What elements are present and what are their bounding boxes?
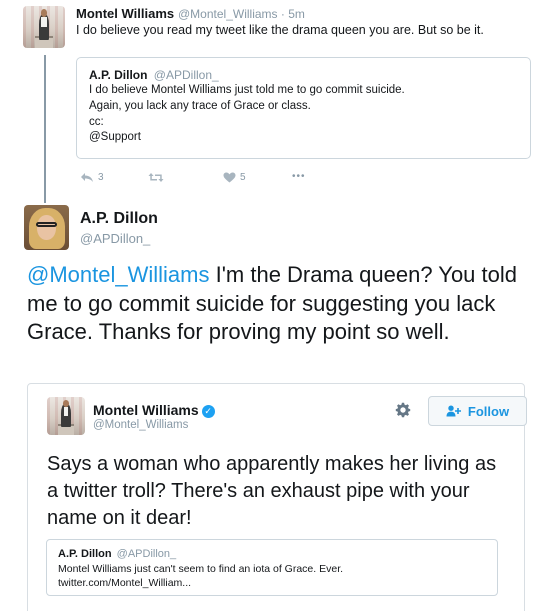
heart-icon xyxy=(223,172,236,183)
tweet1-text: I do believe you read my tweet like the … xyxy=(76,23,484,37)
tweet1-timestamp[interactable]: · 5m xyxy=(281,7,305,21)
embedded-quoted-handle: @APDillon_ xyxy=(116,548,177,560)
avatar-face xyxy=(36,214,57,241)
tweet1-handle[interactable]: @Montel_Williams · 5m xyxy=(178,7,305,21)
embedded-handle[interactable]: @Montel_Williams xyxy=(93,419,188,431)
embedded-text: Says a woman who apparently makes her li… xyxy=(47,453,497,529)
tweet2-handle[interactable]: @APDillon_ xyxy=(80,231,150,246)
embedded-tweet-card[interactable]: Montel Williams ✓ @Montel_Williams Follow… xyxy=(27,383,527,611)
quoted-line-4: @Support xyxy=(89,131,141,143)
tweet1-author[interactable]: Montel Williams xyxy=(76,6,174,21)
avatar-shirt xyxy=(63,406,69,416)
apdillon-avatar[interactable] xyxy=(24,205,69,250)
follow-person-icon xyxy=(446,405,461,417)
avatar-head xyxy=(62,400,70,407)
more-icon: ••• xyxy=(292,171,306,182)
avatar-glasses xyxy=(36,222,57,227)
avatar-shirt xyxy=(41,16,47,27)
quoted-line-1: I do believe Montel Williams just told m… xyxy=(89,84,405,96)
quoted-line-3: cc: xyxy=(89,116,104,128)
embedded-quoted-line-1: Montel Williams just can't seem to find … xyxy=(58,563,344,575)
retweet-action[interactable] xyxy=(148,172,168,183)
tweet2-mention[interactable]: @Montel_Williams xyxy=(27,262,209,287)
gear-icon[interactable] xyxy=(395,402,411,418)
retweet-icon xyxy=(148,173,164,182)
embedded-author-name[interactable]: Montel Williams xyxy=(93,402,199,418)
quoted-handle: @APDillon_ xyxy=(153,68,219,82)
quoted-line-2: Again, you lack any trace of Grace or cl… xyxy=(89,100,311,112)
embedded-quoted-tweet[interactable]: A.P. Dillon @APDillon_ Montel Williams j… xyxy=(46,539,498,596)
embedded-quoted-link[interactable]: twitter.com/Montel_William... xyxy=(58,577,191,589)
reply-icon xyxy=(81,173,93,182)
embedded-author[interactable]: Montel Williams ✓ xyxy=(93,402,215,418)
tweet2-text: @Montel_Williams I'm the Drama queen? Yo… xyxy=(27,261,532,347)
embedded-quoted-author: A.P. Dillon xyxy=(58,548,112,560)
thread-line xyxy=(44,55,46,203)
more-action[interactable]: ••• xyxy=(292,171,306,182)
tweet1-quoted-tweet[interactable]: A.P. Dillon @APDillon_ I do believe Mont… xyxy=(76,57,531,159)
tweet2-author[interactable]: A.P. Dillon xyxy=(80,210,158,228)
follow-label: Follow xyxy=(467,403,510,419)
tweet1-handle-text[interactable]: @Montel_Williams xyxy=(178,7,278,21)
montel-avatar[interactable] xyxy=(23,6,65,48)
embedded-montel-avatar[interactable] xyxy=(47,397,85,435)
verified-icon: ✓ xyxy=(201,405,215,418)
follow-button[interactable]: Follow xyxy=(428,396,527,426)
like-action[interactable]: 5 xyxy=(223,172,246,183)
reply-action[interactable]: 3 xyxy=(80,172,104,183)
quoted-author: A.P. Dillon xyxy=(89,68,148,82)
like-count: 5 xyxy=(240,172,246,183)
reply-count: 3 xyxy=(98,172,104,183)
